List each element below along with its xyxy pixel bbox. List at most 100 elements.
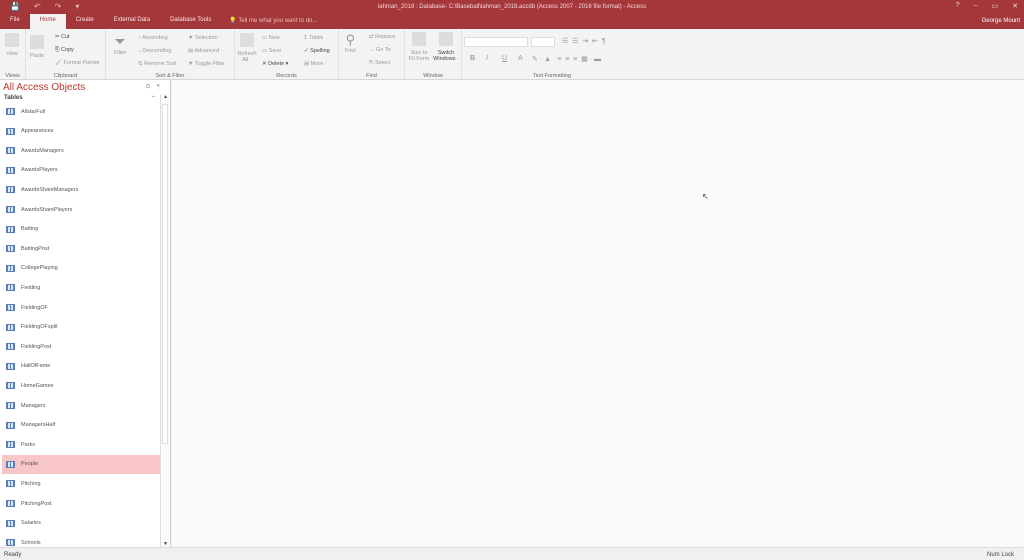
status-bar: Ready Num Lock (0, 547, 1024, 560)
table-item-label: AwardsSharePlayers (21, 206, 73, 213)
ribbon: View Views Paste ✂ Cut ⎘ Copy 🖌 Format P… (0, 29, 1024, 80)
table-item[interactable]: AllstarFull (2, 102, 160, 121)
table-item[interactable]: Batting (2, 220, 160, 239)
goto-button[interactable]: → Go To · (369, 47, 394, 53)
section-header-tables[interactable]: Tables (4, 95, 23, 101)
bold-button[interactable]: B (470, 55, 475, 62)
descending-button[interactable]: ↓ Descending (138, 48, 171, 54)
table-icon (6, 206, 15, 213)
table-icon (6, 225, 15, 233)
collapse-section-icon[interactable]: ⌃ (151, 95, 156, 102)
alignment-icons[interactable]: ✎ · ▲ · ≡ ≡ ≡ ▦ · ▬ (532, 55, 601, 63)
table-icon (6, 480, 15, 488)
table-item[interactable]: FieldingOF (2, 298, 160, 317)
font-size-dropdown[interactable] (531, 37, 555, 47)
user-name[interactable]: George Mount (982, 18, 1020, 24)
table-item[interactable]: FieldingOFsplit (2, 318, 160, 337)
tab-create[interactable]: Create (66, 14, 104, 29)
table-item[interactable]: FieldingPost (2, 337, 160, 356)
toggle-filter-button[interactable]: ▼ Toggle Filter (188, 61, 225, 67)
tell-me-search[interactable]: 💡 Tell me what you want to do... (221, 14, 325, 29)
cut-button[interactable]: ✂ Cut (55, 34, 70, 40)
group-find: ⚲ Find ⇄ Replace → Go To · ⇱ Select · Fin… (339, 29, 405, 80)
select-button[interactable]: ⇱ Select · (369, 60, 394, 66)
table-item[interactable]: Fielding (2, 278, 160, 297)
table-item[interactable]: ManagersHalf (2, 416, 160, 435)
size-to-fit-button[interactable]: Size to Fit Form (407, 32, 431, 62)
nav-scrollbar[interactable]: ▲ ▼ (160, 94, 169, 547)
table-item[interactable]: PitchingPost (2, 494, 160, 513)
replace-icon: ⇄ (369, 34, 374, 40)
scroll-thumb[interactable] (162, 104, 168, 444)
ribbon-tabs: File Home Create External Data Database … (0, 14, 325, 29)
title-bar: 💾 ↶ ↷ ▾ lahman_2018 : Database- C:\Baseb… (0, 0, 1024, 29)
tab-home[interactable]: Home (29, 14, 66, 29)
format-painter-button[interactable]: 🖌 Format Painter (55, 60, 100, 66)
new-record-icon: ▭ (262, 35, 268, 41)
tab-external-data[interactable]: External Data (104, 14, 160, 29)
nav-menu-icon[interactable]: ⊙ (146, 83, 151, 90)
find-button[interactable]: ⚲ Find (345, 32, 356, 54)
filter-button[interactable]: ⏷ Filter (114, 33, 126, 56)
table-icon (6, 539, 15, 547)
tab-database-tools[interactable]: Database Tools (160, 14, 221, 29)
nav-pane-title[interactable]: All Access Objects (3, 82, 85, 93)
help-button[interactable]: ? (956, 2, 960, 10)
table-item[interactable]: CollegePlaying (2, 259, 160, 278)
arrow-right-icon: → (369, 47, 375, 53)
table-item-label: FieldingOFsplit (21, 324, 58, 331)
copy-button[interactable]: ⎘ Copy (55, 47, 74, 54)
delete-record-button[interactable]: ✕ Delete ▾ (262, 61, 288, 67)
table-item[interactable]: AwardsManagers (2, 141, 160, 160)
minimize-button[interactable]: – (974, 2, 978, 10)
ascending-button[interactable]: ↑ Ascending (138, 35, 168, 41)
scroll-up-icon[interactable]: ▲ (163, 94, 168, 100)
delete-x-icon: ✕ (262, 61, 267, 67)
table-item[interactable]: Salaries (2, 514, 160, 533)
more-button[interactable]: ▤ More · (304, 61, 327, 67)
new-record-button[interactable]: ▭ New (262, 35, 280, 41)
table-item[interactable]: AwardsShareManagers (2, 180, 160, 199)
table-item[interactable]: Pitching (2, 474, 160, 493)
restore-button[interactable]: ▭ (992, 2, 999, 10)
table-icon (6, 108, 15, 115)
table-item[interactable]: HallOfFame (2, 357, 160, 376)
table-item-label: HallOfFame (21, 363, 51, 370)
table-item[interactable]: AwardsSharePlayers (2, 200, 160, 219)
remove-sort-button[interactable]: ⇅ Remove Sort (138, 61, 176, 67)
table-item[interactable]: HomeGames (2, 376, 160, 395)
advanced-button[interactable]: ▤ Advanced · (188, 48, 222, 54)
copy-icon: ⎘ (55, 47, 60, 53)
table-item-label: Salaries (21, 520, 41, 527)
table-item[interactable]: People (2, 454, 160, 474)
replace-button[interactable]: ⇄ Replace (369, 34, 395, 40)
table-item-label: AwardsShareManagers (21, 186, 79, 193)
table-item-label: FieldingOF (21, 304, 48, 311)
underline-button[interactable]: U (502, 55, 507, 62)
spelling-button[interactable]: ✓ Spelling (304, 48, 330, 54)
italic-button[interactable]: I (486, 55, 488, 62)
toggle-filter-icon: ▼ (188, 61, 194, 67)
tab-file[interactable]: File (0, 14, 30, 29)
table-item[interactable]: BattingPost (2, 239, 160, 258)
table-icon (6, 460, 15, 468)
refresh-all-button[interactable]: Refresh All · (237, 33, 257, 63)
table-item[interactable]: Appearances (2, 122, 160, 141)
table-item[interactable]: AwardsPlayers (2, 161, 160, 180)
table-item[interactable]: Managers (2, 396, 160, 415)
view-button[interactable]: View (5, 33, 19, 57)
close-button[interactable]: ✕ (1012, 2, 1018, 10)
navigation-pane: All Access Objects ⊙ « Tables ⌃ ▲ ▼ Allsta… (0, 80, 171, 547)
table-item-label: Fielding (21, 284, 41, 291)
selection-button[interactable]: ▼ Selection · (188, 35, 221, 41)
table-item[interactable]: Parks (2, 435, 160, 454)
totals-button[interactable]: Σ Totals (304, 35, 323, 41)
font-name-dropdown[interactable] (464, 37, 528, 47)
paste-button[interactable]: Paste (30, 35, 44, 59)
save-record-button[interactable]: ▭ Save (262, 48, 281, 54)
collapse-pane-icon[interactable]: « (157, 83, 160, 90)
switch-windows-button[interactable]: Switch Windows · (432, 32, 460, 62)
table-icon (6, 264, 15, 272)
list-indent-icons[interactable]: ☰ ☰ ⇥ ⇤ ¶ (562, 37, 606, 45)
font-color-button[interactable]: A (518, 55, 523, 62)
